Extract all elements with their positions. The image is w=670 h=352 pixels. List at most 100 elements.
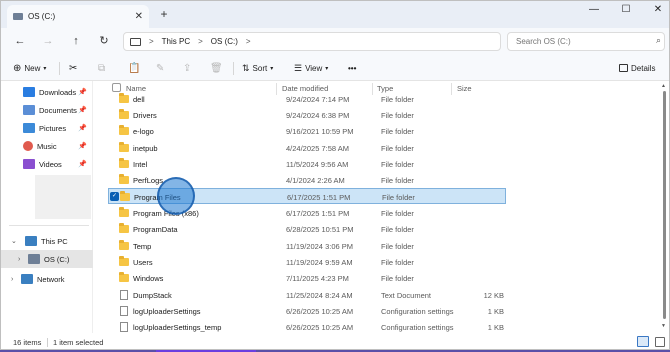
sidebar-item-network[interactable]: › Network (1, 270, 93, 288)
file-date: 11/5/2024 9:56 AM (286, 160, 349, 169)
file-row-e-logo[interactable]: e-logo 9/16/2021 10:59 PM File folder (108, 123, 506, 139)
breadcrumb-os-c[interactable]: OS (C:) (211, 37, 238, 46)
folder-icon (119, 223, 129, 233)
folder-icon (119, 109, 129, 119)
file-row-loguploadersettings[interactable]: logUploaderSettings 6/26/2025 10:25 AM C… (108, 303, 506, 319)
file-name: ProgramData (133, 225, 178, 234)
file-name: DumpStack (133, 291, 172, 300)
details-button[interactable]: Details (619, 59, 655, 77)
scroll-down-arrow[interactable]: ▼ (661, 323, 666, 329)
new-button[interactable]: ⊕ New ▾ (13, 59, 46, 77)
minimize-button[interactable]: — (583, 3, 605, 17)
sidebar-item-documents[interactable]: Documents 📌 (1, 101, 93, 119)
file-type: File folder (381, 274, 414, 283)
breadcrumb-this-pc[interactable]: This PC (162, 37, 190, 46)
file-row-drivers[interactable]: Drivers 9/24/2024 6:38 PM File folder (108, 107, 506, 123)
sidebar-item-this-pc[interactable]: ⌄ This PC (1, 232, 93, 250)
sidebar-item-label: Videos (39, 159, 62, 169)
computer-icon (25, 236, 37, 246)
file-name: Drivers (133, 111, 157, 120)
more-options-button[interactable]: ••• (348, 59, 356, 77)
file-row-users[interactable]: Users 11/19/2024 9:59 AM File folder (108, 254, 506, 270)
title-bar: OS (C:) ✕ + — ☐ ✕ (1, 1, 669, 28)
paste-icon: 📋 (128, 62, 141, 74)
back-button[interactable]: ← (11, 32, 29, 50)
view-button[interactable]: ☰ View ▾ (294, 59, 328, 77)
cut-button[interactable]: ✂ (69, 59, 77, 77)
refresh-button[interactable]: ↻ (95, 32, 113, 50)
folder-icon (119, 240, 129, 250)
file-date: 11/19/2024 3:06 PM (286, 242, 353, 251)
copy-button[interactable]: ⧉ (98, 59, 105, 77)
file-date: 6/17/2025 1:51 PM (286, 209, 350, 218)
file-row-intel[interactable]: Intel 11/5/2024 9:56 AM File folder (108, 156, 506, 172)
file-row-dumpstack[interactable]: DumpStack 11/25/2024 8:24 AM Text Docume… (108, 287, 506, 303)
file-type: Configuration settings (381, 307, 454, 316)
view-label: View (305, 63, 323, 73)
tab-os-c[interactable]: OS (C:) ✕ (7, 5, 149, 28)
close-window-button[interactable]: ✕ (647, 3, 669, 17)
search-icon: ⌕ (655, 35, 661, 45)
sidebar-item-pictures[interactable]: Pictures 📌 (1, 119, 93, 137)
status-divider (47, 338, 48, 347)
file-row-temp[interactable]: Temp 11/19/2024 3:06 PM File folder (108, 238, 506, 254)
tiles-view-icon[interactable] (655, 337, 665, 347)
more-icon: ••• (348, 63, 357, 73)
settings-file-icon (120, 322, 128, 332)
sidebar-item-downloads[interactable]: Downloads 📌 (1, 83, 93, 101)
file-row-programdata[interactable]: ProgramData 6/28/2025 10:51 PM File fold… (108, 221, 506, 237)
address-bar[interactable]: > This PC > OS (C:) > (123, 32, 501, 51)
file-type: File folder (381, 258, 414, 267)
pin-icon: 📌 (78, 107, 87, 114)
chevron-down-icon: ⌄ (11, 238, 17, 245)
file-type: Configuration settings (381, 323, 454, 332)
file-type: File folder (381, 111, 414, 120)
vertical-scrollbar[interactable] (663, 91, 666, 319)
details-pane-icon (619, 64, 628, 72)
file-size: 12 KB (483, 291, 504, 300)
sidebar-item-os-c[interactable]: › OS (C:) (1, 250, 93, 268)
sidebar-item-label: This PC (41, 236, 68, 246)
file-row-windows[interactable]: Windows 7/11/2025 4:23 PM File folder (108, 270, 506, 286)
paste-button[interactable]: 📋 (128, 59, 140, 77)
copy-icon: ⧉ (98, 62, 106, 74)
file-date: 6/28/2025 10:51 PM (286, 225, 354, 234)
up-button[interactable]: ↑ (67, 32, 85, 50)
sidebar-item-videos[interactable]: Videos 📌 (1, 155, 93, 173)
file-name: Users (133, 258, 153, 267)
file-row-inetpub[interactable]: inetpub 4/24/2025 7:58 AM File folder (108, 140, 506, 156)
sort-button[interactable]: ⇅ Sort ▾ (242, 59, 273, 77)
file-date: 7/11/2025 4:23 PM (286, 274, 349, 283)
search-input[interactable] (507, 32, 665, 51)
sidebar-item-label: Documents (39, 105, 77, 115)
rename-button[interactable]: ✎ (156, 59, 164, 77)
breadcrumb-separator: > (149, 37, 154, 46)
toolbar-divider (59, 62, 60, 75)
file-size: 1 KB (487, 323, 504, 332)
new-tab-button[interactable]: + (156, 6, 172, 22)
maximize-button[interactable]: ☐ (615, 3, 637, 17)
scroll-up-arrow[interactable]: ▲ (661, 83, 666, 89)
row-checkbox-checked[interactable]: ✓ (110, 192, 119, 201)
music-icon (23, 141, 33, 151)
sidebar-item-label: Downloads (39, 87, 77, 97)
sidebar-item-label: Network (37, 274, 65, 284)
delete-button[interactable]: 🗑 (210, 59, 223, 77)
details-label: Details (631, 63, 656, 73)
share-button[interactable]: ⇪ (183, 59, 191, 77)
file-row-dell[interactable]: dell 9/24/2024 7:14 PM File folder (108, 91, 506, 107)
forward-button[interactable]: → (39, 32, 57, 50)
breadcrumb-separator: > (245, 37, 251, 46)
sidebar-item-label: OS (C:) (44, 254, 70, 264)
file-type: File folder (381, 209, 414, 218)
selection-count: 1 item selected (53, 338, 104, 347)
details-view-icon[interactable] (637, 336, 649, 347)
file-type: File folder (381, 160, 414, 169)
sidebar-item-music[interactable]: Music 📌 (1, 137, 93, 155)
file-type: File folder (382, 193, 415, 202)
close-tab-icon[interactable]: ✕ (135, 11, 143, 22)
command-bar: ⊕ New ▾ ✂ ⧉ 📋 ✎ ⇪ 🗑 ⇅ Sort ▾ ☰ View ▾ ••… (1, 55, 669, 81)
file-name: Windows (133, 274, 164, 283)
new-label: New (24, 63, 41, 73)
file-name: logUploaderSettings_temp (133, 323, 222, 332)
